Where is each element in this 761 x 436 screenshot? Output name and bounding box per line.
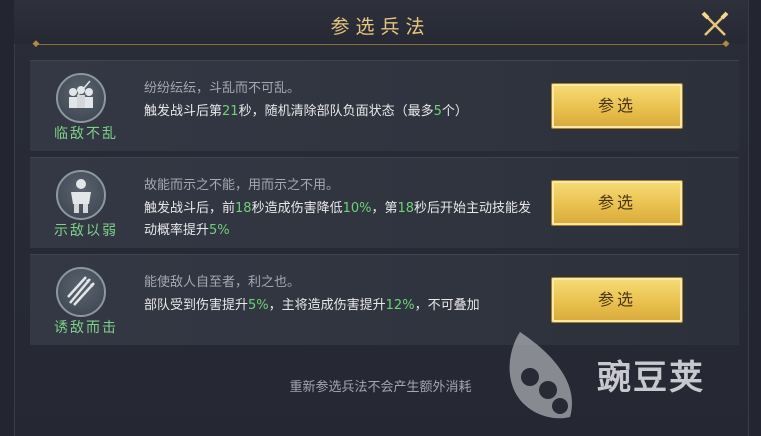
tactic-description: 部队受到伤害提升5%，主将造成伤害提升12%，不可叠加 — [144, 298, 480, 313]
title-divider — [36, 44, 726, 45]
divider-ornament-right: ◆ — [722, 39, 730, 49]
select-button[interactable]: 参选 — [551, 180, 683, 226]
arrow-volley-icon — [67, 276, 95, 306]
divider-ornament-left: ◆ — [32, 39, 40, 49]
tactic-icon — [56, 170, 106, 220]
tactic-flavor: 纷纷纭纭，斗乱而不可乱。 — [144, 81, 301, 96]
tactic-flavor: 能使敌人自至者，利之也。 — [144, 275, 301, 290]
tactic-description: 触发战斗后第21秒，随机清除部队负面状态（最多5个） — [144, 104, 468, 119]
select-button[interactable]: 参选 — [551, 83, 683, 129]
tactic-card: 临敌不乱 纷纷纭纭，斗乱而不可乱。 触发战斗后第21秒，随机清除部队负面状态（最… — [30, 60, 739, 151]
dialog-title: 参选兵法 — [330, 16, 431, 38]
tactic-description: 触发战斗后，前18秒造成伤害降低10%，第18秒后开始主动技能发动概率提升5% — [144, 201, 532, 238]
tactic-icon — [56, 267, 106, 317]
close-icon — [701, 11, 729, 36]
tactic-icon — [56, 73, 106, 123]
close-button[interactable] — [700, 10, 730, 40]
tactic-name: 临敌不乱 — [54, 126, 118, 142]
soldiers-group-icon — [69, 80, 93, 108]
armored-soldier-icon — [71, 179, 91, 213]
tactic-name: 示敌以弱 — [54, 223, 118, 239]
select-button[interactable]: 参选 — [551, 277, 683, 323]
tactic-flavor: 故能而示之不能，用而示之不用。 — [144, 178, 340, 193]
pea-pod-logo-icon — [509, 332, 572, 419]
tactic-name: 诱敌而击 — [54, 320, 118, 336]
tactic-card: 示敌以弱 故能而示之不能，用而示之不用。 触发战斗后，前18秒造成伤害降低10%… — [30, 157, 739, 248]
tactic-card: 诱敌而击 能使敌人自至者，利之也。 部队受到伤害提升5%，主将造成伤害提升12%… — [30, 254, 739, 345]
watermark-text: 豌豆荚 — [597, 358, 705, 398]
